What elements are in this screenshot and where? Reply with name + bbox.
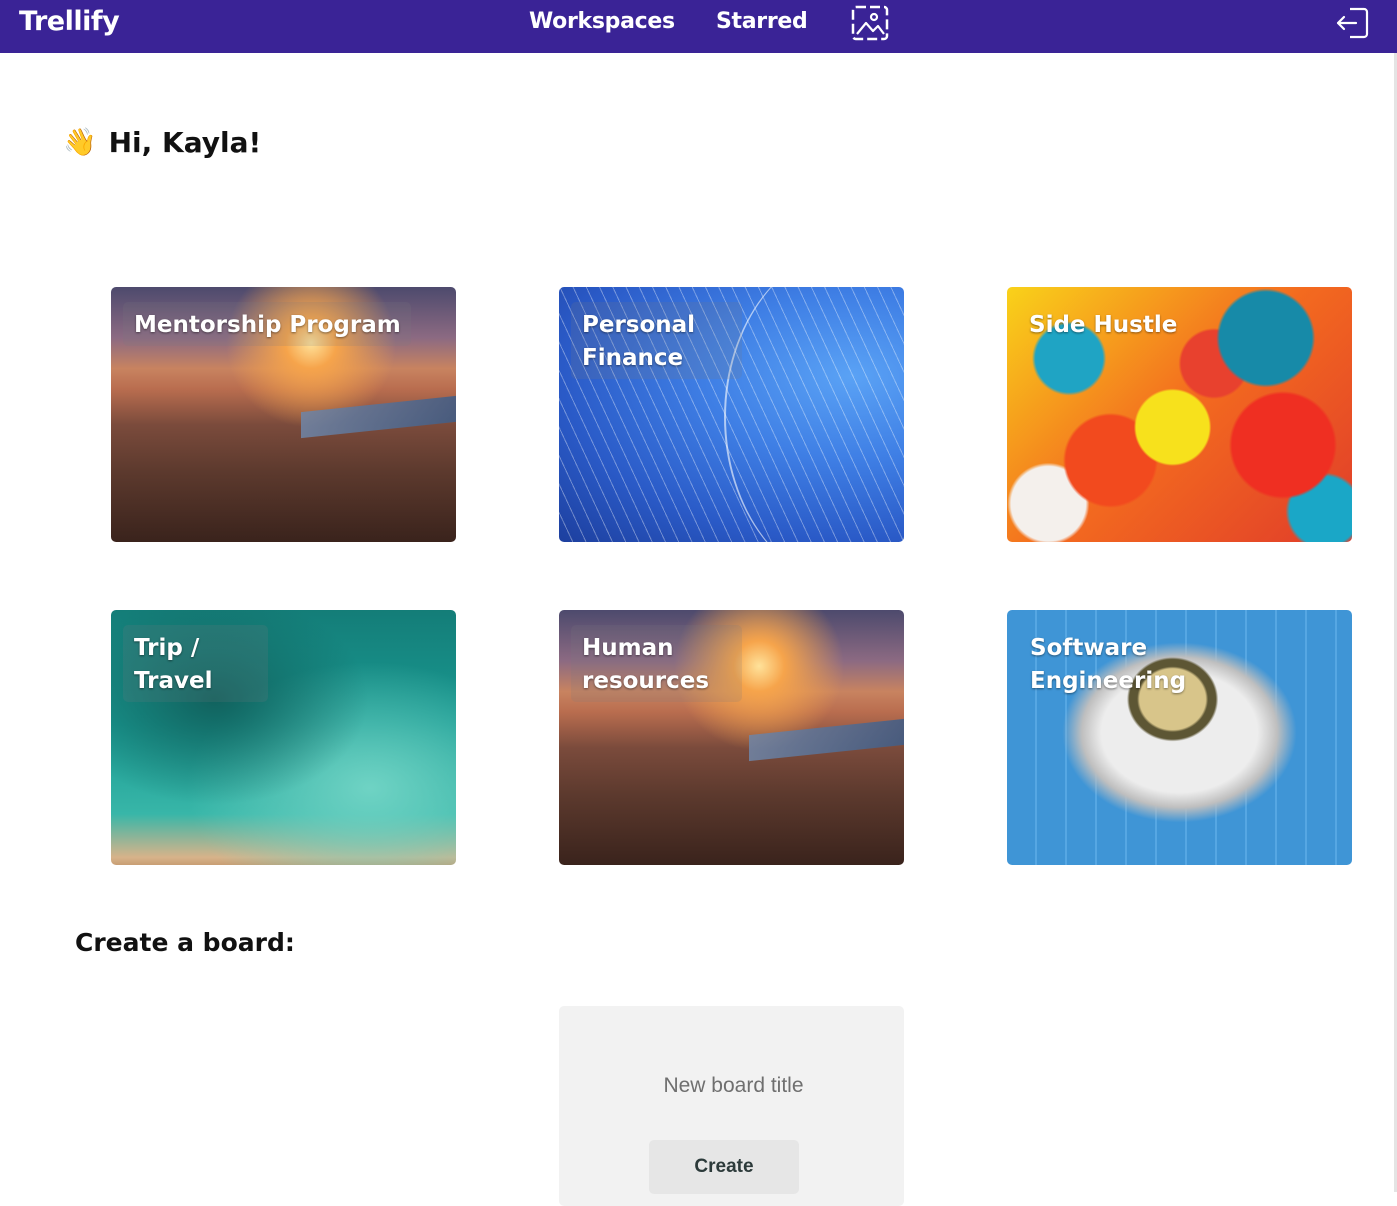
create-board-heading: Create a board:: [75, 928, 295, 957]
board-background-image: [748, 719, 904, 761]
board-card-mentorship-program[interactable]: Mentorship Program: [111, 287, 456, 542]
board-background-image: [724, 287, 904, 542]
board-card-trip-travel[interactable]: Trip / Travel: [111, 610, 456, 865]
image-gallery-icon[interactable]: [850, 4, 890, 42]
board-background-image: [300, 396, 456, 438]
top-navbar: Trellify Workspaces Starred: [0, 0, 1397, 53]
board-title: Human resources: [571, 625, 742, 702]
waving-hand-icon: 👋: [63, 127, 97, 158]
new-board-title-input[interactable]: [579, 1066, 888, 1106]
board-card-human-resources[interactable]: Human resources: [559, 610, 904, 865]
logout-icon[interactable]: [1334, 6, 1370, 40]
nav-workspaces-link[interactable]: Workspaces: [529, 9, 675, 34]
board-title: Trip / Travel: [123, 625, 268, 702]
brand-logo[interactable]: Trellify: [19, 6, 120, 37]
nav-starred-link[interactable]: Starred: [716, 9, 808, 34]
board-title: Side Hustle: [1029, 312, 1178, 338]
board-title: Mentorship Program: [123, 302, 411, 346]
board-card-personal-finance[interactable]: Personal Finance: [559, 287, 904, 542]
create-board-button[interactable]: Create: [649, 1140, 799, 1194]
board-title: Software Engineering: [1030, 635, 1187, 694]
board-card-software-engineering[interactable]: Software Engineering: [1007, 610, 1352, 865]
board-title: Personal Finance: [571, 302, 742, 379]
greeting: 👋 Hi, Kayla!: [63, 126, 261, 159]
board-card-side-hustle[interactable]: Side Hustle: [1007, 287, 1352, 542]
greeting-text: Hi, Kayla!: [108, 126, 262, 159]
create-board-card: Create: [559, 1006, 904, 1206]
